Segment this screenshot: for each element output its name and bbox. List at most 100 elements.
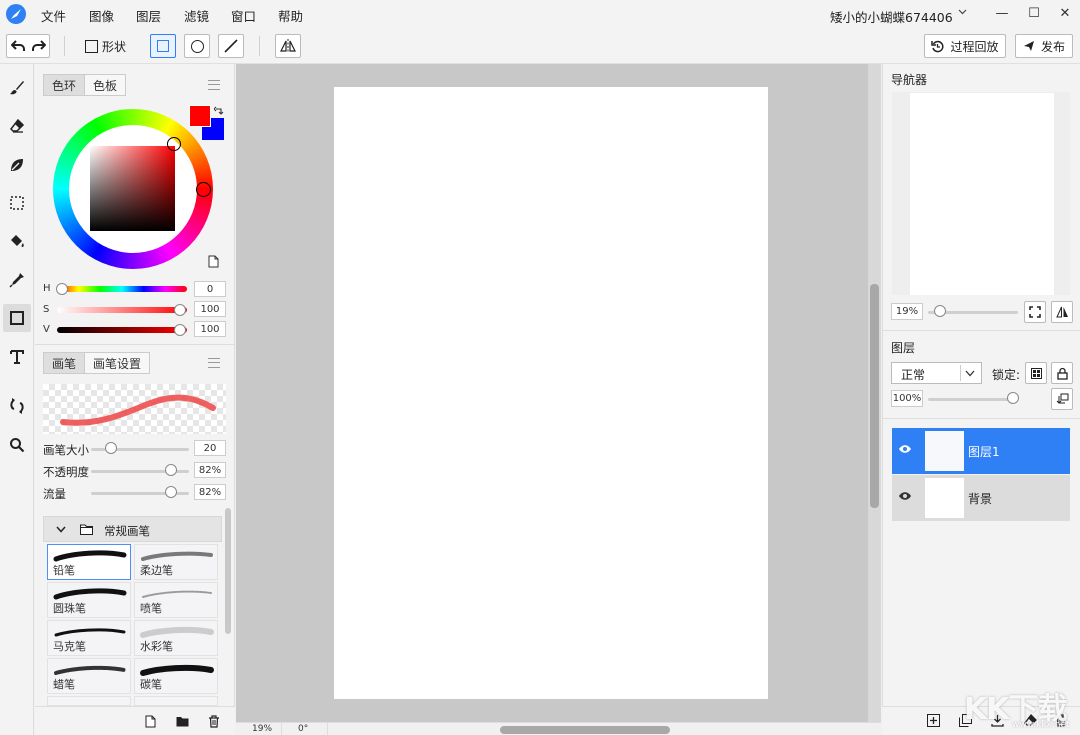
- saturation-slider-knob[interactable]: [174, 304, 186, 316]
- eraser-tool[interactable]: [3, 112, 31, 140]
- chevron-down-icon[interactable]: [958, 9, 967, 15]
- color-panel-menu-icon[interactable]: [208, 80, 220, 90]
- vertical-scrollbar-thumb[interactable]: [870, 284, 879, 508]
- app-logo-icon: [6, 4, 26, 24]
- checker-lock-icon: [1030, 367, 1042, 379]
- hue-slider-knob[interactable]: [56, 283, 68, 295]
- brush-partial[interactable]: [47, 696, 131, 706]
- navigator-thumbnail[interactable]: [910, 93, 1054, 295]
- sv-picker-handle[interactable]: [167, 137, 181, 151]
- rotation-status[interactable]: 0°: [282, 722, 328, 735]
- menu-filter[interactable]: 滤镜: [184, 6, 209, 25]
- menu-image[interactable]: 图像: [89, 6, 114, 25]
- hue-value-field[interactable]: 0: [194, 281, 226, 297]
- close-button[interactable]: ✕: [1053, 3, 1077, 23]
- opacity-knob[interactable]: [165, 464, 178, 476]
- blend-mode-select[interactable]: 正常: [891, 362, 982, 384]
- shape-label: 形状: [102, 40, 127, 54]
- brush-size-field[interactable]: 20: [194, 440, 226, 456]
- saturation-value-square[interactable]: [90, 146, 175, 231]
- menu-window[interactable]: 窗口: [231, 6, 256, 25]
- trash-icon[interactable]: [208, 715, 220, 728]
- fill-tool[interactable]: [3, 227, 31, 255]
- navigator-zoom-knob[interactable]: [934, 305, 946, 317]
- lock-layer-button[interactable]: [1051, 362, 1073, 384]
- foreground-color-swatch[interactable]: [189, 105, 211, 127]
- swap-colors-icon[interactable]: [214, 106, 224, 116]
- tab-brush[interactable]: 画笔: [43, 352, 86, 374]
- layer-opacity-knob[interactable]: [1007, 392, 1019, 404]
- rectangle-shape-button[interactable]: [150, 34, 176, 58]
- menu-file[interactable]: 文件: [41, 6, 66, 25]
- hue-slider[interactable]: [57, 286, 187, 292]
- eyedropper-tool[interactable]: [3, 266, 31, 294]
- brush-list-scrollbar[interactable]: [225, 508, 231, 634]
- shape-tool[interactable]: [3, 304, 31, 332]
- user-name[interactable]: 矮小的小蝴蝶674406: [830, 7, 953, 26]
- saturation-slider[interactable]: [57, 307, 187, 313]
- brush-partial[interactable]: [134, 696, 218, 706]
- transform-tool[interactable]: [3, 392, 31, 420]
- brush-crayon[interactable]: 蜡笔: [47, 658, 131, 694]
- zoom-status[interactable]: 19%: [236, 722, 282, 735]
- flip-canvas-button[interactable]: [1051, 301, 1073, 323]
- layer-name: 背景: [968, 492, 993, 506]
- history-replay-button[interactable]: 过程回放: [924, 34, 1006, 58]
- clipping-mask-button[interactable]: [1051, 388, 1073, 410]
- hue-picker-handle[interactable]: [196, 182, 211, 197]
- value-slider-knob[interactable]: [174, 324, 186, 336]
- maximize-button[interactable]: ☐: [1022, 3, 1046, 23]
- flow-knob[interactable]: [165, 486, 178, 498]
- layer-opacity-field[interactable]: 100%: [891, 390, 923, 407]
- value-value-field[interactable]: 100: [194, 321, 226, 337]
- brush-marker[interactable]: 马克笔: [47, 620, 131, 656]
- tab-swatches[interactable]: 色板: [85, 74, 127, 96]
- brush-watercolor[interactable]: 水彩笔: [134, 620, 218, 656]
- smudge-tool[interactable]: [3, 151, 31, 179]
- shape-fill-toggle[interactable]: 形状: [85, 38, 126, 55]
- navigator-zoom-field[interactable]: 19%: [891, 303, 923, 320]
- replay-icon: [931, 40, 945, 52]
- brush-tool[interactable]: [3, 74, 31, 102]
- mirror-button[interactable]: [275, 34, 301, 58]
- new-brush-icon[interactable]: [145, 715, 156, 728]
- horizontal-scrollbar-thumb[interactable]: [500, 726, 670, 734]
- ellipse-shape-button[interactable]: [184, 34, 210, 58]
- lock-transparency-button[interactable]: [1025, 362, 1047, 384]
- selection-tool[interactable]: [3, 189, 31, 217]
- menu-layer[interactable]: 图层: [136, 6, 161, 25]
- layer-thumbnail: [925, 431, 964, 471]
- saturation-value-field[interactable]: 100: [194, 301, 226, 317]
- minimize-button[interactable]: —: [990, 3, 1014, 23]
- menu-help[interactable]: 帮助: [278, 6, 303, 25]
- brush-soft-edge[interactable]: 柔边笔: [134, 544, 218, 580]
- brush-charcoal[interactable]: 碳笔: [134, 658, 218, 694]
- brush-airbrush[interactable]: 喷笔: [134, 582, 218, 618]
- visibility-eye-icon[interactable]: [898, 444, 912, 454]
- fit-screen-button[interactable]: [1024, 301, 1046, 323]
- brush-group-header[interactable]: 常规画笔: [43, 516, 222, 542]
- layer-opacity-slider[interactable]: [928, 398, 1018, 401]
- color-file-icon[interactable]: [208, 255, 219, 268]
- layer-row[interactable]: 图层1: [892, 428, 1070, 474]
- value-slider[interactable]: [57, 327, 187, 333]
- folder-icon[interactable]: [176, 716, 189, 727]
- redo-icon[interactable]: [28, 40, 49, 52]
- drawing-canvas[interactable]: [334, 87, 768, 699]
- brush-ballpoint[interactable]: 圆珠笔: [47, 582, 131, 618]
- flow-field[interactable]: 82%: [194, 484, 226, 500]
- opacity-field[interactable]: 82%: [194, 462, 226, 478]
- add-layer-icon[interactable]: [927, 714, 940, 727]
- tab-brush-settings[interactable]: 画笔设置: [85, 352, 151, 374]
- zoom-tool[interactable]: [3, 431, 31, 459]
- line-shape-button[interactable]: [218, 34, 244, 58]
- undo-icon[interactable]: [7, 40, 28, 52]
- tab-color-wheel[interactable]: 色环: [43, 74, 86, 96]
- layer-row[interactable]: 背景: [892, 475, 1070, 521]
- publish-button[interactable]: 发布: [1015, 34, 1073, 58]
- visibility-eye-icon[interactable]: [898, 491, 912, 501]
- text-tool[interactable]: [3, 343, 31, 371]
- brush-size-knob[interactable]: [104, 442, 117, 454]
- brush-panel-menu-icon[interactable]: [208, 358, 220, 368]
- brush-pencil[interactable]: 铅笔: [47, 544, 131, 580]
